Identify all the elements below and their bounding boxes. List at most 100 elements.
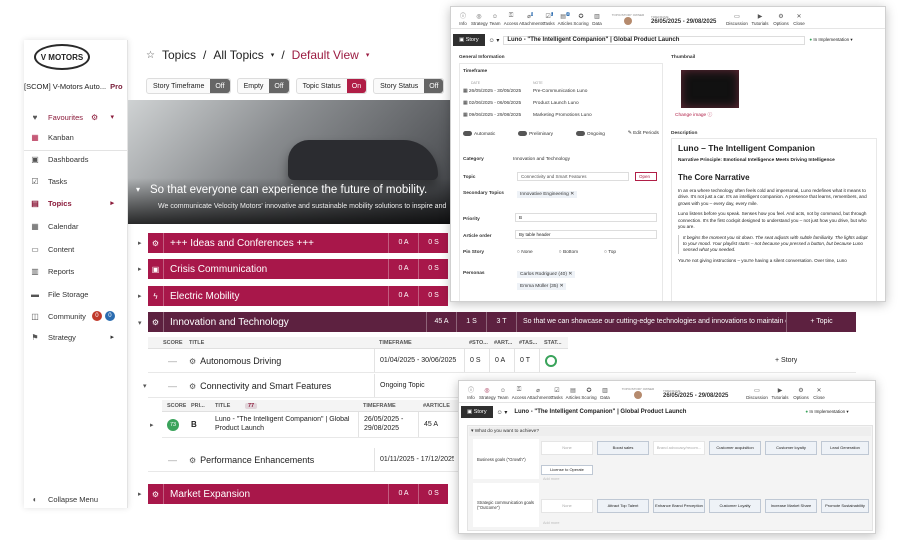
- tab-team[interactable]: ☺ Team: [495, 388, 511, 402]
- star-icon[interactable]: ☆: [146, 50, 155, 61]
- collapse-menu-button[interactable]: ◐ Collapse Menu: [24, 488, 128, 510]
- tab-discussion[interactable]: ▭ Discussion: [725, 13, 749, 28]
- goal-option[interactable]: Brand advocacy/recom...: [653, 441, 705, 455]
- tab-discussion[interactable]: ▭ Discussion: [745, 387, 769, 402]
- priority-select[interactable]: B: [515, 213, 657, 222]
- emoji-icon[interactable]: ☺ ▾: [489, 37, 500, 44]
- gear-icon[interactable]: ⚙: [189, 382, 196, 391]
- filter-toggle[interactable]: Off: [269, 79, 289, 93]
- preliminary-switch[interactable]: Preliminary: [518, 131, 553, 137]
- gear-icon[interactable]: ⚙: [91, 113, 98, 122]
- sidebar-item-content[interactable]: ▭ Content: [24, 238, 128, 260]
- favourite-kanban[interactable]: ▦ Kanban: [24, 126, 128, 148]
- filter-toggle[interactable]: Off: [210, 79, 230, 93]
- period-row[interactable]: ▦ 26/05/2025 - 30/05/2025: [463, 89, 521, 94]
- goal-option[interactable]: Enhance Brand Perception: [653, 499, 705, 513]
- expand-chevron-icon[interactable]: ▸: [150, 421, 154, 429]
- filter-toggle[interactable]: Off: [424, 79, 444, 93]
- tab-strategy[interactable]: ◎ Strategy: [479, 387, 496, 402]
- expand-chevron-icon[interactable]: ▸: [138, 265, 142, 273]
- goal-option[interactable]: None: [541, 441, 593, 455]
- favourites-toggle[interactable]: ♥ Favourites ⚙ ▾: [24, 106, 128, 128]
- edit-periods-button[interactable]: ✎ Edit Periods: [628, 131, 659, 137]
- story-row[interactable]: 73 B Luno - "The Intelligent Companion" …: [162, 412, 458, 438]
- topic-select[interactable]: Connectivity and Smart Features: [517, 172, 629, 181]
- sidebar-item-community[interactable]: ◫ Community 0 0: [24, 305, 128, 327]
- expand-chevron-icon[interactable]: ▸: [138, 490, 142, 498]
- topic-row[interactable]: ▣ Crisis Communication 0 A0 S: [148, 259, 448, 279]
- open-topic-button[interactable]: Open: [635, 172, 657, 181]
- expand-chevron-icon[interactable]: ▸: [138, 239, 142, 247]
- gear-icon[interactable]: ⚙: [189, 456, 196, 465]
- thumbnail-image[interactable]: [681, 70, 739, 108]
- goal-option[interactable]: Attract Top Talent: [597, 499, 649, 513]
- tab-scoring[interactable]: ✪ Scoring: [573, 13, 589, 28]
- tab-tasks[interactable]: ☑ Tasks: [549, 387, 565, 402]
- subtopic-row-expanded[interactable]: — ⚙ Connectivity and Smart Features Ongoi…: [148, 374, 458, 398]
- pin-bottom-radio[interactable]: ○ Bottom: [559, 250, 578, 255]
- status-select[interactable]: ● In Implementation ▾: [809, 37, 852, 43]
- sidebar-item-reports[interactable]: ▥ Reports: [24, 260, 128, 282]
- tab-attachments[interactable]: ⌀5 Attachments: [519, 12, 544, 28]
- goal-option[interactable]: Boost sales: [597, 441, 649, 455]
- secondary-topic-chip[interactable]: Innovative Engineering ✕: [517, 191, 578, 198]
- tab-team[interactable]: ☺ Team: [487, 14, 503, 28]
- emoji-icon[interactable]: ☺ ▾: [497, 409, 508, 416]
- pin-top-radio[interactable]: ○ Top: [604, 250, 616, 255]
- breadcrumb-topics[interactable]: Topics: [162, 48, 196, 62]
- filter-toggle[interactable]: On: [346, 79, 367, 93]
- tab-articles[interactable]: ▤45 Articles: [557, 12, 573, 28]
- topic-row[interactable]: ϟ Electric Mobility 0 A0 S: [148, 286, 448, 306]
- add-topic-button[interactable]: + Topic: [786, 312, 856, 332]
- goal-option[interactable]: License to Operate: [541, 465, 593, 475]
- period-row[interactable]: ▦ 02/06/2025 - 06/06/2025: [463, 101, 521, 106]
- tab-attachments[interactable]: ⌀ Attachments: [527, 387, 552, 402]
- chevron-down-icon[interactable]: ▾: [136, 185, 140, 194]
- period-row[interactable]: ▦ 09/06/2025 - 29/08/2025: [463, 113, 521, 118]
- add-more-link[interactable]: Add more: [543, 477, 559, 481]
- sidebar-item-dashboards[interactable]: ▣ Dashboards: [24, 148, 128, 170]
- all-topics-dropdown[interactable]: All Topics: [213, 48, 263, 62]
- persona-chip[interactable]: Emma Müller (35) ✕: [517, 283, 567, 290]
- story-title-input[interactable]: Luno - "The Intelligent Companion" | Glo…: [511, 407, 802, 417]
- sidebar-item-tasks[interactable]: ☑ Tasks: [24, 170, 128, 192]
- goal-option[interactable]: Increase Market Share: [765, 499, 817, 513]
- tab-scoring[interactable]: ✪ Scoring: [581, 387, 597, 402]
- filter-story-timeframe[interactable]: Story Timeframe Off: [146, 78, 231, 94]
- topic-row[interactable]: ⚙ +++ Ideas and Conferences +++ 0 A0 S: [148, 233, 448, 253]
- sidebar-item-calendar[interactable]: ▦ Calendar: [24, 215, 128, 237]
- avatar[interactable]: [634, 391, 642, 399]
- view-dropdown[interactable]: Default View: [292, 48, 359, 62]
- goal-option[interactable]: Customer acquisition: [709, 441, 761, 455]
- tab-info[interactable]: ⓘ Info: [455, 11, 471, 28]
- tab-access[interactable]: ⚿ Access: [503, 13, 519, 28]
- filter-topic-status[interactable]: Topic Status On: [295, 78, 368, 94]
- gear-icon[interactable]: ⚙: [148, 484, 164, 504]
- story-title[interactable]: Luno - "The Intelligent Companion" | Glo…: [210, 416, 358, 432]
- sidebar-item-strategy[interactable]: ⚑ Strategy ▸: [24, 326, 128, 348]
- goal-option[interactable]: Promote Sustainability: [821, 499, 869, 513]
- filter-story-status[interactable]: Story Status Off: [373, 78, 445, 94]
- status-select[interactable]: ● In Implementation ▾: [805, 409, 848, 415]
- gear-icon[interactable]: ⚙: [148, 233, 164, 253]
- collapse-chevron-icon[interactable]: ▾: [143, 382, 147, 390]
- avatar[interactable]: [624, 17, 632, 25]
- automatic-switch[interactable]: Automatic: [463, 131, 495, 137]
- tab-articles[interactable]: ▤ Articles: [565, 387, 581, 402]
- tab-tutorials[interactable]: ▶ Tutorials: [749, 13, 771, 28]
- tab-data[interactable]: ▥ Data: [589, 13, 605, 28]
- topic-row[interactable]: ⚙ Market Expansion 0 A0 S: [148, 484, 448, 504]
- goal-option[interactable]: Customer loyalty: [765, 441, 817, 455]
- article-order-select[interactable]: By table header: [515, 230, 657, 239]
- description-editor[interactable]: Luno – The Intelligent Companion Narrati…: [671, 138, 877, 301]
- close-button[interactable]: ✕ Close: [791, 13, 807, 28]
- tab-strategy[interactable]: ◎ Strategy: [471, 13, 488, 28]
- expand-chevron-icon[interactable]: ▸: [138, 292, 142, 300]
- tab-access[interactable]: ⚿ Access: [511, 387, 527, 402]
- options-button[interactable]: ⚙ Options: [791, 387, 811, 402]
- goal-option[interactable]: Customer Loyalty: [709, 499, 761, 513]
- pin-none-radio[interactable]: ○ None: [517, 250, 533, 255]
- filter-empty[interactable]: Empty Off: [236, 78, 290, 94]
- gear-icon[interactable]: ⚙: [189, 357, 196, 366]
- subtopic-row[interactable]: — ⚙ Performance Enhancements 01/11/2025 -…: [148, 448, 458, 472]
